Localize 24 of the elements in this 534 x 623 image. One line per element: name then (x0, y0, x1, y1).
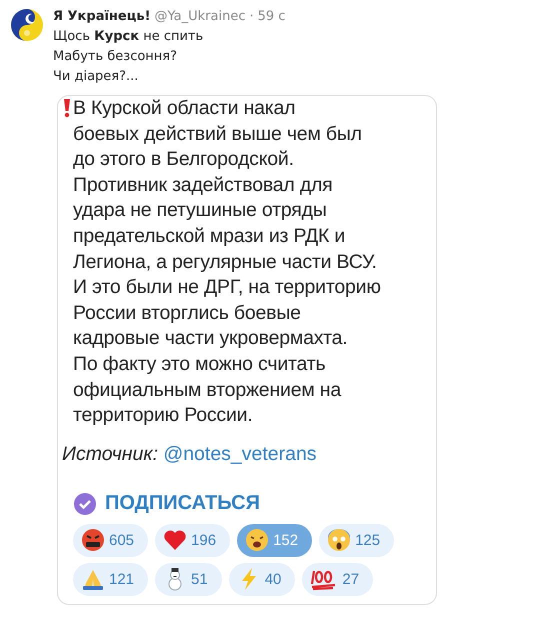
angry-face-icon (81, 528, 105, 552)
reaction-button[interactable]: 196 (155, 524, 230, 557)
tweet-text: Щось Курск не спить Мабуть безсоння? Чи діарея?... (53, 28, 204, 86)
source-label: Источник: (62, 442, 158, 465)
separator: · (249, 9, 254, 24)
verified-badge-icon (73, 492, 97, 516)
avatar-icon[interactable] (10, 8, 44, 42)
reaction-button[interactable]: 152 (237, 524, 312, 557)
author-name[interactable]: Я Українець! (53, 9, 150, 24)
source-link[interactable]: @notes_veterans (163, 442, 317, 465)
screaming-face-icon (327, 528, 352, 552)
reaction-button[interactable]: 121 (73, 562, 148, 596)
message-text: В Курской области накал боевых действий выше чем был до этого в Белгородской. Противник задействовал для удара не петушиные отряды предательской мрази из РДК и Легиона, а регулярные части ВСУ. И это были не ДРГ, на территорию России вторглись боевые кадровые части укровермахта. По факту это можно считать официальным вторжением на территорию России. (73, 96, 381, 428)
exclamation-icon (62, 98, 72, 118)
author-handle[interactable]: @Ya_Ukrainec (154, 9, 246, 24)
heart-icon (163, 528, 188, 552)
reaction-button[interactable]: 605 (73, 524, 148, 557)
reaction-button[interactable]: 51 (155, 562, 222, 596)
subscribe-link[interactable]: ПОДПИСАТЬСЯ (105, 492, 260, 516)
post-time[interactable]: 59 с (258, 9, 286, 24)
tired-face-icon (245, 528, 270, 552)
reaction-button[interactable]: 40 (228, 562, 296, 596)
reaction-button[interactable]: 27 (302, 562, 374, 596)
reaction-button[interactable]: 125 (319, 524, 394, 557)
